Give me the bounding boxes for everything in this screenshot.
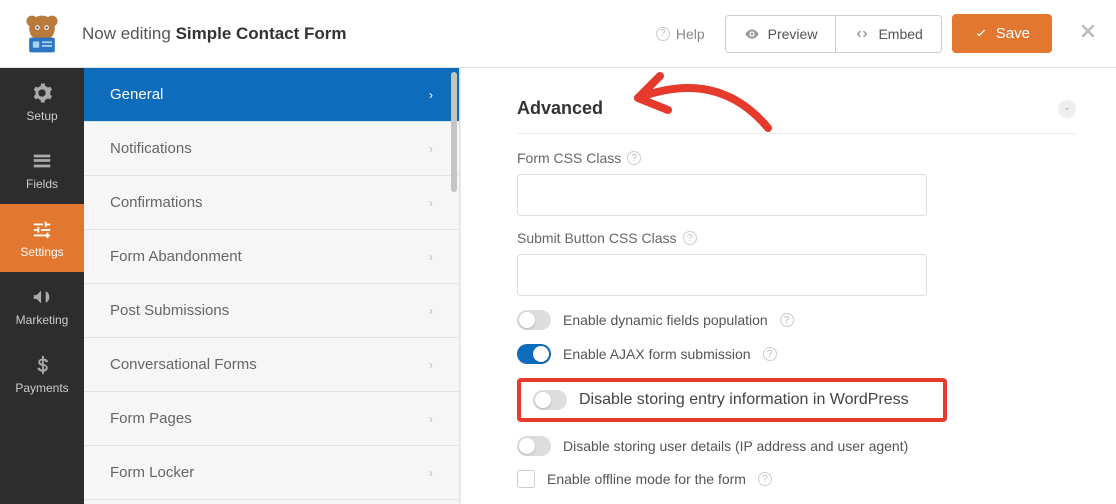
- submenu-conversational-label: Conversational Forms: [110, 356, 257, 373]
- submenu-confirmations-label: Confirmations: [110, 194, 203, 211]
- code-icon: [854, 26, 870, 42]
- toggle-disable-entries[interactable]: [533, 390, 567, 410]
- submenu-conversational[interactable]: Conversational Forms ›: [84, 338, 459, 392]
- embed-label: Embed: [878, 26, 922, 42]
- help-icon[interactable]: ?: [780, 313, 794, 327]
- page-title: Now editing Simple Contact Form: [82, 24, 646, 44]
- preview-embed-group: Preview Embed: [725, 15, 942, 53]
- help-icon[interactable]: ?: [758, 472, 772, 486]
- button-css-row: Submit Button CSS Class ?: [517, 230, 1076, 296]
- close-button[interactable]: [1078, 20, 1098, 48]
- help-icon[interactable]: ?: [683, 231, 697, 245]
- checkbox-offline-label: Enable offline mode for the form: [547, 471, 746, 487]
- collapse-icon[interactable]: [1058, 100, 1076, 118]
- submenu-form-pages[interactable]: Form Pages ›: [84, 392, 459, 446]
- checkbox-offline[interactable]: [517, 470, 535, 488]
- toggle-dynamic[interactable]: [517, 310, 551, 330]
- nav-fields-label: Fields: [26, 177, 58, 191]
- eye-icon: [744, 26, 760, 42]
- help-icon: ?: [656, 27, 670, 41]
- nav-setup-label: Setup: [26, 109, 57, 123]
- nav-marketing[interactable]: Marketing: [0, 272, 84, 340]
- submenu-confirmations[interactable]: Confirmations ›: [84, 176, 459, 230]
- form-css-input[interactable]: [517, 174, 927, 216]
- main-panel: Advanced Form CSS Class ? Submit Button …: [460, 68, 1116, 504]
- vertical-nav: Setup Fields Settings Marketing Payments: [0, 68, 84, 504]
- nav-settings[interactable]: Settings: [0, 204, 84, 272]
- submenu-scrollbar[interactable]: [451, 72, 457, 192]
- chevron-down-icon: [1062, 104, 1072, 114]
- form-css-label: Form CSS Class: [517, 150, 621, 166]
- toggle-disable-user-row: Disable storing user details (IP address…: [517, 436, 1076, 456]
- nav-payments[interactable]: Payments: [0, 340, 84, 408]
- workspace: Setup Fields Settings Marketing Payments…: [0, 68, 1116, 504]
- embed-button[interactable]: Embed: [835, 16, 940, 52]
- toggle-disable-user-label: Disable storing user details (IP address…: [563, 438, 908, 454]
- submenu-form-pages-label: Form Pages: [110, 410, 192, 427]
- toggle-ajax-row: Enable AJAX form submission ?: [517, 344, 1076, 364]
- chevron-right-icon: ›: [429, 88, 433, 102]
- checkbox-offline-row: Enable offline mode for the form ?: [517, 470, 1076, 488]
- form-name[interactable]: Simple Contact Form: [176, 24, 347, 43]
- nav-setup[interactable]: Setup: [0, 68, 84, 136]
- help-icon[interactable]: ?: [627, 151, 641, 165]
- list-icon: [31, 150, 53, 172]
- toggle-dynamic-label: Enable dynamic fields population: [563, 312, 768, 328]
- submenu-notifications[interactable]: Notifications ›: [84, 122, 459, 176]
- section-title: Advanced: [517, 98, 603, 119]
- toggle-dynamic-row: Enable dynamic fields population ?: [517, 310, 1076, 330]
- nav-payments-label: Payments: [15, 381, 68, 395]
- submenu-abandonment-label: Form Abandonment: [110, 248, 242, 265]
- submenu-notifications-label: Notifications: [110, 140, 192, 157]
- help-link[interactable]: ? Help: [646, 18, 715, 50]
- submenu-general-label: General: [110, 86, 163, 103]
- close-icon: [1078, 21, 1098, 41]
- editing-prefix: Now editing: [82, 24, 176, 43]
- chevron-right-icon: ›: [429, 196, 433, 210]
- top-actions: ? Help Preview Embed Save: [646, 14, 1098, 53]
- button-css-input[interactable]: [517, 254, 927, 296]
- top-bar: Now editing Simple Contact Form ? Help P…: [0, 0, 1116, 68]
- dollar-icon: [31, 354, 53, 376]
- submenu-abandonment[interactable]: Form Abandonment ›: [84, 230, 459, 284]
- form-css-row: Form CSS Class ?: [517, 150, 1076, 216]
- highlight-disable-storing: Disable storing entry information in Wor…: [517, 378, 947, 422]
- section-header[interactable]: Advanced: [517, 98, 1076, 134]
- help-label: Help: [676, 26, 705, 42]
- chevron-right-icon: ›: [429, 358, 433, 372]
- toggle-disable-user[interactable]: [517, 436, 551, 456]
- button-css-label: Submit Button CSS Class: [517, 230, 677, 246]
- chevron-right-icon: ›: [429, 466, 433, 480]
- sliders-icon: [31, 218, 53, 240]
- chevron-right-icon: ›: [429, 304, 433, 318]
- settings-submenu: General › Notifications › Confirmations …: [84, 68, 460, 504]
- chevron-right-icon: ›: [429, 412, 433, 426]
- app-logo: [18, 10, 66, 58]
- help-icon[interactable]: ?: [763, 347, 777, 361]
- chevron-right-icon: ›: [429, 250, 433, 264]
- submenu-surveys[interactable]: Surveys and Polls ›: [84, 500, 459, 504]
- nav-fields[interactable]: Fields: [0, 136, 84, 204]
- save-button[interactable]: Save: [952, 14, 1052, 53]
- toggle-disable-entries-label: Disable storing entry information in Wor…: [579, 391, 909, 409]
- submenu-form-locker[interactable]: Form Locker ›: [84, 446, 459, 500]
- submenu-post-submissions-label: Post Submissions: [110, 302, 229, 319]
- chevron-right-icon: ›: [429, 142, 433, 156]
- gear-icon: [31, 82, 53, 104]
- bullhorn-icon: [31, 286, 53, 308]
- nav-settings-label: Settings: [20, 245, 63, 259]
- submenu-post-submissions[interactable]: Post Submissions ›: [84, 284, 459, 338]
- submenu-form-locker-label: Form Locker: [110, 464, 194, 481]
- check-icon: [974, 27, 988, 41]
- save-label: Save: [996, 25, 1030, 42]
- preview-button[interactable]: Preview: [726, 16, 836, 52]
- toggle-ajax[interactable]: [517, 344, 551, 364]
- toggle-ajax-label: Enable AJAX form submission: [563, 346, 751, 362]
- preview-label: Preview: [768, 26, 818, 42]
- nav-marketing-label: Marketing: [16, 313, 69, 327]
- submenu-general[interactable]: General ›: [84, 68, 459, 122]
